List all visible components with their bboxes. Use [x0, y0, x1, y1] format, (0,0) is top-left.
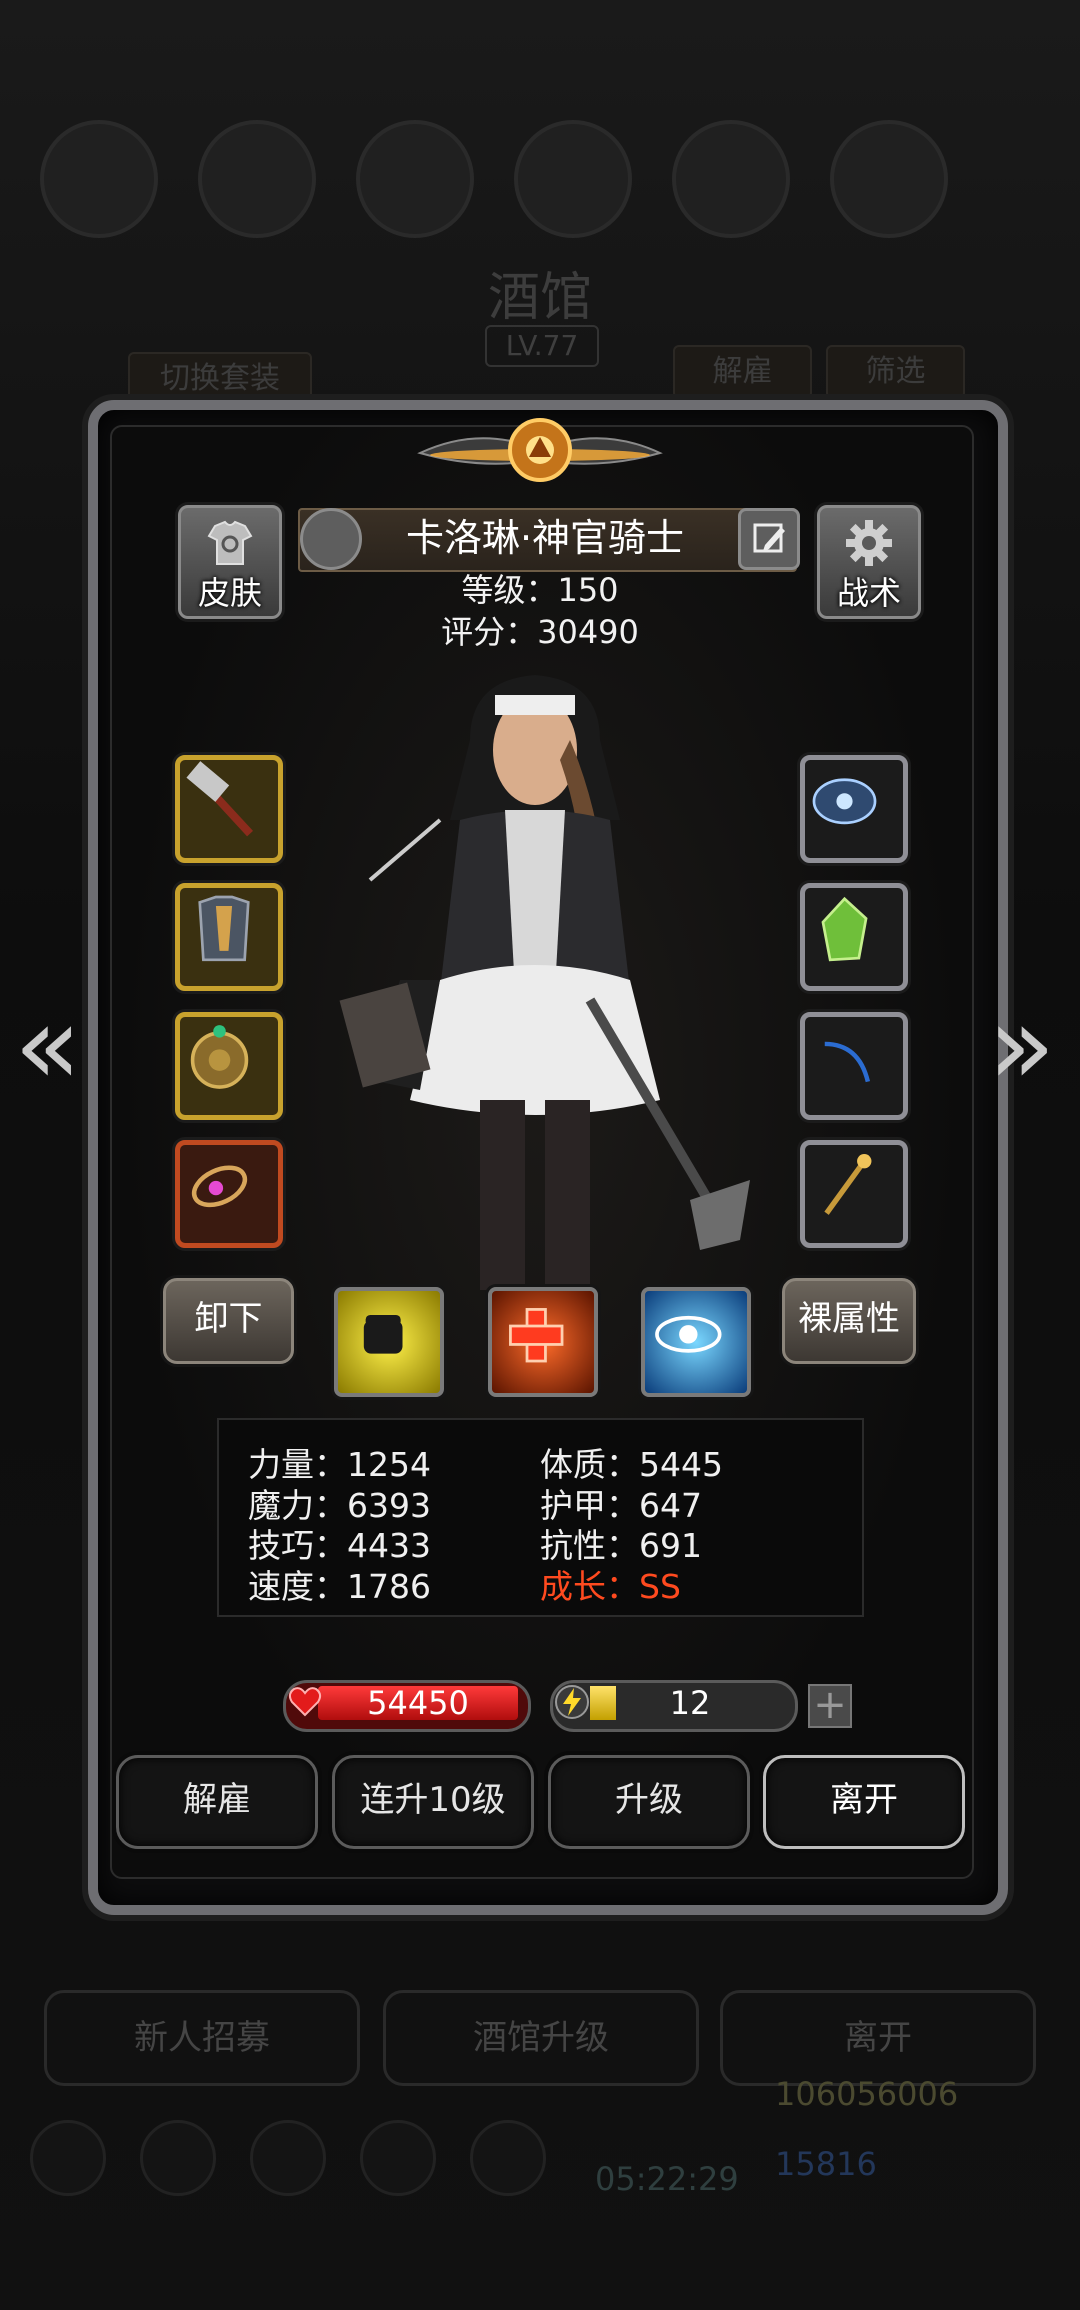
hero-name: 卡洛琳·神官骑士	[405, 516, 685, 560]
previous-hero-arrow-icon[interactable]: «	[14, 990, 81, 1100]
crown-icon	[812, 778, 877, 825]
tab-icon-6	[830, 120, 948, 238]
tab-icon-1	[40, 120, 158, 238]
gift-timer: 05:22:29	[595, 2160, 739, 2198]
scepter-icon	[824, 1153, 872, 1215]
level-up-10-button[interactable]: 连升10级	[332, 1755, 534, 1849]
bg-icon	[30, 2120, 106, 2196]
next-hero-arrow-icon[interactable]: »	[988, 990, 1055, 1100]
accessory-slot[interactable]	[175, 1140, 283, 1248]
offhand-slot[interactable]	[800, 1012, 908, 1120]
gem-icon	[821, 896, 868, 962]
tavern-top-icons	[40, 120, 1040, 250]
energy-value: 12	[669, 1684, 711, 1722]
bg-icon	[360, 2120, 436, 2196]
tab-icon-2	[198, 120, 316, 238]
shirt-icon	[207, 520, 253, 565]
skin-button[interactable]: 皮肤	[178, 505, 282, 619]
tactics-button[interactable]: 战术	[817, 505, 921, 619]
stat-speed: 速度：1786	[248, 1567, 431, 1606]
tactics-label: 战术	[836, 574, 901, 612]
gem-slot[interactable]	[800, 883, 908, 991]
upgrade-tavern-button: 酒馆升级	[383, 1990, 699, 2086]
hp-value: 54450	[367, 1684, 469, 1722]
skill-slot-3[interactable]	[641, 1287, 751, 1397]
bg-icon	[470, 2120, 546, 2196]
tab-icon-3	[356, 120, 474, 238]
fist-icon	[363, 1314, 403, 1354]
amulet-icon	[191, 1165, 248, 1208]
unequip-button[interactable]: 卸下	[163, 1278, 294, 1364]
armor-icon	[198, 895, 250, 962]
eye-icon	[655, 1315, 722, 1353]
skill-slot-1[interactable]	[334, 1287, 444, 1397]
gold-amount: 106056006	[775, 2075, 959, 2113]
shield-icon	[190, 1025, 249, 1089]
bow-icon	[824, 1041, 871, 1083]
relic-slot[interactable]	[800, 1140, 908, 1248]
armor-slot[interactable]	[175, 883, 283, 991]
skin-label: 皮肤	[197, 574, 262, 612]
helmet-slot[interactable]	[800, 755, 908, 863]
dismiss-hero-button[interactable]: 解雇	[116, 1755, 318, 1849]
bg-icon	[250, 2120, 326, 2196]
pencil-icon	[753, 523, 785, 553]
tavern-title: 酒馆	[487, 268, 592, 328]
add-energy-button[interactable]: +	[808, 1684, 852, 1728]
cross-icon	[509, 1308, 564, 1363]
weapon-slot[interactable]	[175, 755, 283, 863]
naked-attributes-button[interactable]: 裸属性	[782, 1278, 916, 1364]
level-up-button[interactable]: 升级	[548, 1755, 750, 1849]
stat-growth: 成长：SS	[540, 1567, 681, 1606]
bg-bottom-icons	[30, 2120, 546, 2196]
crest-ornament-icon	[417, 418, 663, 482]
hammer-weapon-icon	[186, 761, 254, 837]
rename-edit-icon[interactable]	[738, 508, 800, 570]
tab-icon-4	[514, 120, 632, 238]
shield-slot[interactable]	[175, 1012, 283, 1120]
skill-slot-2[interactable]	[488, 1287, 598, 1397]
bg-filter-button: 筛选	[826, 345, 965, 399]
hero-portrait	[339, 675, 750, 1290]
bg-dismiss-button: 解雇	[673, 345, 812, 399]
recruit-button: 新人招募	[44, 1990, 360, 2086]
gem-amount: 15816	[775, 2145, 877, 2183]
tavern-level: LV.77	[485, 325, 599, 367]
gear-icon	[846, 520, 892, 566]
hero-level: 等级：150	[461, 571, 619, 609]
leave-button[interactable]: 离开	[763, 1755, 965, 1849]
switch-outfit-button: 切换套装	[128, 352, 312, 406]
tab-icon-5	[672, 120, 790, 238]
hero-score: 评分：30490	[441, 613, 639, 651]
bg-leave-button: 离开	[720, 1990, 1036, 2086]
bg-icon	[140, 2120, 216, 2196]
